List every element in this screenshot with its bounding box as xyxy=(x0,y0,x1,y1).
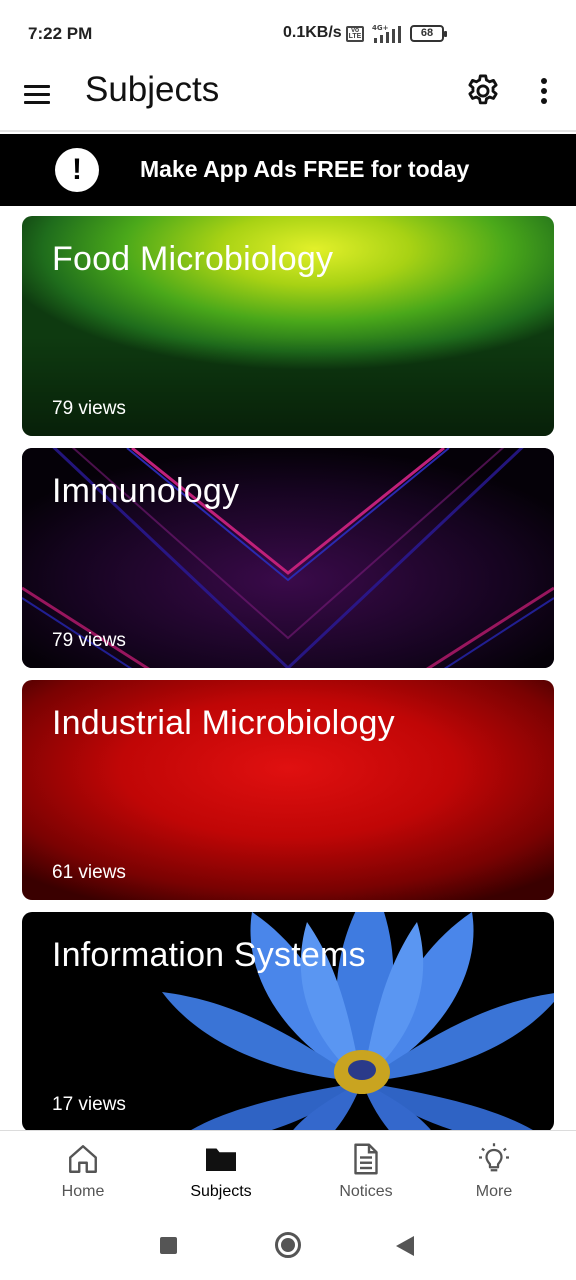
home-circle-icon[interactable] xyxy=(275,1232,301,1258)
remove-ads-text: Make App Ads FREE for today xyxy=(140,156,470,182)
lightbulb-icon xyxy=(479,1143,509,1172)
subject-title: Immunology xyxy=(52,472,240,510)
network-type: 4G+ xyxy=(372,24,389,32)
subject-card-immunology[interactable]: Immunology 79 views xyxy=(22,448,554,668)
subject-views: 79 views xyxy=(52,398,126,419)
battery-icon: 68 xyxy=(410,25,447,42)
remove-ads-banner[interactable]: ! Make App Ads FREE for today xyxy=(0,134,576,206)
battery-level: 68 xyxy=(420,27,434,39)
status-time: 7:22 PM xyxy=(28,24,93,43)
subject-title: Food Microbiology xyxy=(52,240,334,278)
folder-icon xyxy=(206,1148,236,1171)
app-bar: Subjects xyxy=(0,62,576,132)
subject-views: 79 views xyxy=(52,630,126,651)
nav-label: Home xyxy=(61,1183,105,1200)
document-icon xyxy=(354,1143,378,1175)
nav-item-home[interactable]: Home xyxy=(28,1141,138,1211)
signal-icon: 4G+ xyxy=(372,24,401,43)
subject-card-information-systems[interactable]: Information Systems 17 views xyxy=(22,912,554,1130)
subject-title: Industrial Microbiology xyxy=(52,704,395,742)
subject-views: 61 views xyxy=(52,862,126,883)
nav-item-more[interactable]: More xyxy=(439,1141,549,1211)
nav-item-notices[interactable]: Notices xyxy=(311,1141,421,1211)
recent-apps-icon[interactable] xyxy=(160,1237,177,1254)
page-title: Subjects xyxy=(85,70,220,109)
gear-icon[interactable] xyxy=(464,72,502,110)
back-triangle-icon[interactable] xyxy=(396,1236,414,1256)
status-bar: 7:22 PM 0.1KB/s Vo LTE 4G+ 68 xyxy=(0,0,576,62)
volte-icon: Vo LTE xyxy=(346,26,364,42)
nav-label: Notices xyxy=(339,1183,393,1200)
kebab-menu-icon[interactable] xyxy=(532,76,556,106)
subject-views: 17 views xyxy=(52,1094,126,1115)
subject-card-food-microbiology[interactable]: Food Microbiology 79 views xyxy=(22,216,554,436)
nav-label: More xyxy=(475,1183,513,1200)
subject-title: Information Systems xyxy=(52,936,366,974)
home-icon xyxy=(69,1145,97,1173)
subject-card-industrial-microbiology[interactable]: Industrial Microbiology 61 views xyxy=(22,680,554,900)
hamburger-menu-icon[interactable] xyxy=(22,80,52,110)
nav-label: Subjects xyxy=(190,1183,252,1200)
exclamation-icon: ! xyxy=(55,148,99,192)
system-navigation-bar xyxy=(0,1212,576,1280)
nav-item-subjects[interactable]: Subjects xyxy=(166,1141,276,1211)
bottom-navigation: Home Subjects Notices More xyxy=(0,1130,576,1212)
network-speed: 0.1KB/s xyxy=(283,24,342,41)
subject-list: Food Microbiology 79 views Immunology 79 xyxy=(0,206,576,1130)
